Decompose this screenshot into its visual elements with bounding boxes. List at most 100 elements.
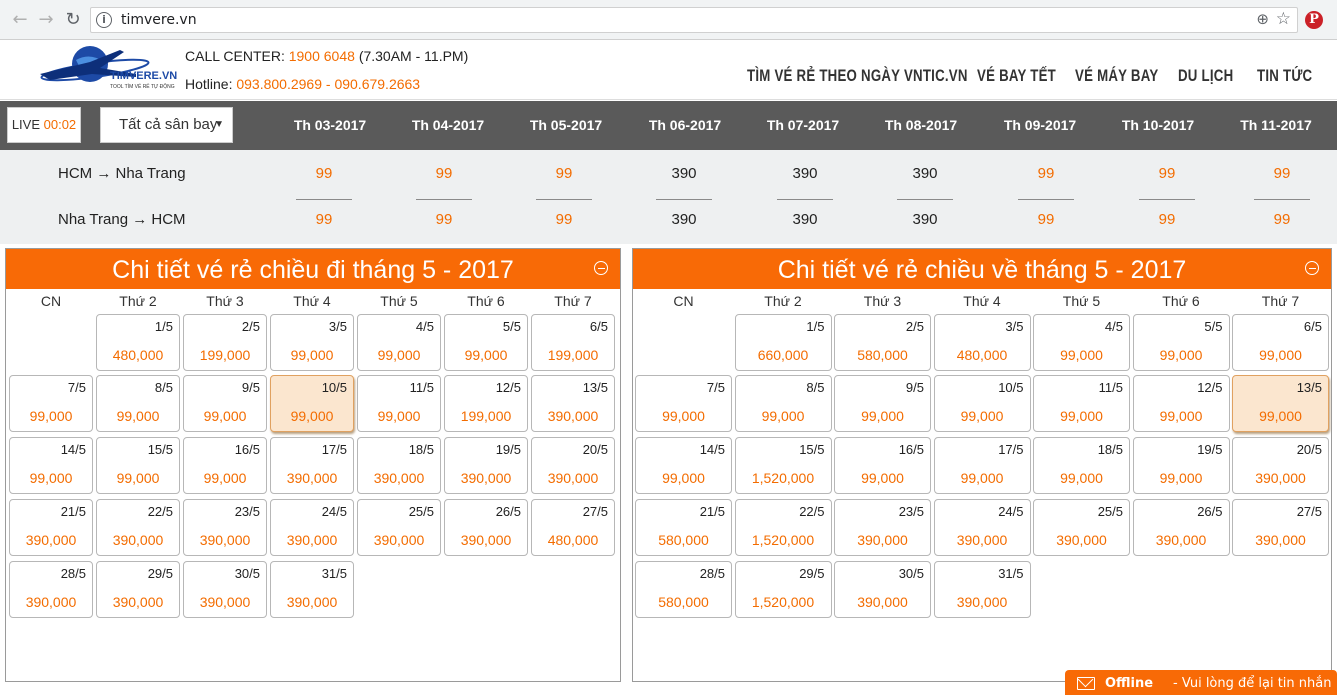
calendar-day[interactable]: 24/5 390,000 xyxy=(270,499,354,556)
site-logo[interactable]: TIMVERE.VN TOOL TÌM VÉ RẺ TỰ ĐỘNG xyxy=(40,42,180,98)
route-price[interactable]: 99 xyxy=(294,211,354,228)
calendar-day[interactable]: 15/5 1,520,000 xyxy=(734,437,832,494)
calendar-day[interactable]: 26/5 390,000 xyxy=(444,499,528,556)
month-tab[interactable]: Th 04-2017 xyxy=(393,117,503,133)
month-tab[interactable]: Th 07-2017 xyxy=(748,117,858,133)
calendar-day[interactable]: 16/5 99,000 xyxy=(834,437,931,494)
route-price[interactable]: 99 xyxy=(1137,211,1197,228)
calendar-day[interactable]: 20/5 390,000 xyxy=(531,437,615,494)
calendar-day[interactable]: 5/5 99,000 xyxy=(1132,314,1230,371)
calendar-day[interactable]: 12/5 199,000 xyxy=(444,375,528,432)
route-price[interactable]: 390 xyxy=(775,165,835,182)
calendar-day[interactable]: 27/5 390,000 xyxy=(1232,499,1329,556)
nav-news[interactable]: TIN TỨC xyxy=(1257,66,1312,86)
calendar-day[interactable]: 5/5 99,000 xyxy=(444,314,528,371)
calendar-day[interactable]: 13/5 99,000 xyxy=(1232,375,1329,432)
calendar-day[interactable]: 11/5 99,000 xyxy=(357,375,441,432)
route-price[interactable]: 99 xyxy=(534,211,594,228)
route-price[interactable]: 99 xyxy=(414,211,474,228)
collapse-icon[interactable] xyxy=(1305,261,1319,275)
calendar-day[interactable]: 14/5 99,000 xyxy=(635,437,732,494)
zoom-icon[interactable]: ⊕ xyxy=(1256,10,1269,28)
route-price[interactable]: 390 xyxy=(654,211,714,228)
calendar-day[interactable]: 29/5 390,000 xyxy=(96,561,180,618)
calendar-day[interactable]: 1/5 660,000 xyxy=(734,314,832,371)
pinterest-extension-icon[interactable]: P xyxy=(1305,11,1323,29)
calendar-day[interactable]: 4/5 99,000 xyxy=(1033,314,1130,371)
calendar-day[interactable]: 28/5 390,000 xyxy=(9,561,93,618)
nav-flights[interactable]: VÉ MÁY BAY xyxy=(1075,66,1158,86)
nav-travel[interactable]: DU LỊCH xyxy=(1178,66,1233,86)
route-price[interactable]: 99 xyxy=(1016,211,1076,228)
calendar-day[interactable]: 12/5 99,000 xyxy=(1132,375,1230,432)
route-price[interactable]: 99 xyxy=(1137,165,1197,182)
calendar-day[interactable]: 21/5 390,000 xyxy=(9,499,93,556)
month-tab[interactable]: Th 05-2017 xyxy=(511,117,621,133)
calendar-day[interactable]: 2/5 580,000 xyxy=(834,314,931,371)
calendar-day[interactable]: 9/5 99,000 xyxy=(834,375,931,432)
calendar-day[interactable]: 1/5 480,000 xyxy=(96,314,180,371)
hotline-numbers[interactable]: 093.800.2969 - 090.679.2663 xyxy=(236,76,420,92)
route-price[interactable]: 390 xyxy=(654,165,714,182)
calendar-day[interactable]: 19/5 390,000 xyxy=(444,437,528,494)
calendar-day[interactable]: 15/5 99,000 xyxy=(96,437,180,494)
route-price[interactable]: 99 xyxy=(294,165,354,182)
calendar-day[interactable]: 31/5 390,000 xyxy=(933,561,1031,618)
calendar-day[interactable]: 8/5 99,000 xyxy=(96,375,180,432)
collapse-icon[interactable] xyxy=(594,261,608,275)
calendar-day[interactable]: 18/5 99,000 xyxy=(1033,437,1130,494)
calendar-day[interactable]: 19/5 99,000 xyxy=(1132,437,1230,494)
address-bar[interactable]: i timvere.vn ⊕ ☆ xyxy=(90,7,1298,33)
calendar-day[interactable]: 20/5 390,000 xyxy=(1232,437,1329,494)
reload-icon[interactable]: ↻ xyxy=(63,9,83,31)
month-tab[interactable]: Th 03-2017 xyxy=(275,117,385,133)
calendar-day[interactable]: 28/5 580,000 xyxy=(635,561,732,618)
calendar-day[interactable]: 8/5 99,000 xyxy=(734,375,832,432)
calendar-day[interactable]: 6/5 99,000 xyxy=(1232,314,1329,371)
calendar-day[interactable]: 7/5 99,000 xyxy=(9,375,93,432)
calendar-day[interactable]: 23/5 390,000 xyxy=(834,499,931,556)
calendar-day[interactable]: 21/5 580,000 xyxy=(635,499,732,556)
calendar-day[interactable]: 2/5 199,000 xyxy=(183,314,267,371)
calendar-day[interactable]: 17/5 99,000 xyxy=(933,437,1031,494)
calendar-day[interactable]: 6/5 199,000 xyxy=(531,314,615,371)
calendar-day[interactable]: 31/5 390,000 xyxy=(270,561,354,618)
route-price[interactable]: 390 xyxy=(895,211,955,228)
calendar-day[interactable]: 27/5 480,000 xyxy=(531,499,615,556)
calendar-day[interactable]: 14/5 99,000 xyxy=(9,437,93,494)
call-center-number[interactable]: 1900 6048 xyxy=(289,48,355,64)
chat-widget[interactable]: Offline - Vui lòng để lại tin nhắn xyxy=(1065,670,1337,695)
route-price[interactable]: 99 xyxy=(1252,165,1312,182)
route-price[interactable]: 390 xyxy=(775,211,835,228)
calendar-day[interactable]: 3/5 480,000 xyxy=(933,314,1031,371)
calendar-day[interactable]: 30/5 390,000 xyxy=(183,561,267,618)
calendar-day[interactable]: 10/5 99,000 xyxy=(270,375,354,432)
calendar-day[interactable]: 11/5 99,000 xyxy=(1033,375,1130,432)
calendar-day[interactable]: 4/5 99,000 xyxy=(357,314,441,371)
calendar-day[interactable]: 25/5 390,000 xyxy=(1033,499,1130,556)
month-tab[interactable]: Th 09-2017 xyxy=(985,117,1095,133)
route-price[interactable]: 99 xyxy=(1016,165,1076,182)
month-tab[interactable]: Th 08-2017 xyxy=(866,117,976,133)
bookmark-star-icon[interactable]: ☆ xyxy=(1276,9,1291,29)
calendar-day[interactable]: 18/5 390,000 xyxy=(357,437,441,494)
calendar-day[interactable]: 7/5 99,000 xyxy=(635,375,732,432)
month-tab[interactable]: Th 06-2017 xyxy=(630,117,740,133)
nav-vntic[interactable]: TÌM VÉ RẺ THEO NGÀY VNTIC.VN xyxy=(747,66,968,86)
airport-select[interactable]: Tất cả sân bay ▼ xyxy=(100,107,233,143)
calendar-day[interactable]: 26/5 390,000 xyxy=(1132,499,1230,556)
calendar-day[interactable]: 3/5 99,000 xyxy=(270,314,354,371)
month-tab[interactable]: Th 10-2017 xyxy=(1103,117,1213,133)
calendar-day[interactable]: 22/5 1,520,000 xyxy=(734,499,832,556)
route-price[interactable]: 390 xyxy=(895,165,955,182)
route-price[interactable]: 99 xyxy=(414,165,474,182)
calendar-day[interactable]: 13/5 390,000 xyxy=(531,375,615,432)
forward-arrow-icon[interactable]: → xyxy=(36,9,56,31)
calendar-day[interactable]: 9/5 99,000 xyxy=(183,375,267,432)
calendar-day[interactable]: 25/5 390,000 xyxy=(357,499,441,556)
nav-tet-flights[interactable]: VÉ BAY TẾT xyxy=(977,66,1056,86)
site-info-icon[interactable]: i xyxy=(96,12,112,28)
calendar-day[interactable]: 30/5 390,000 xyxy=(834,561,931,618)
back-arrow-icon[interactable]: ← xyxy=(10,9,30,31)
route-price[interactable]: 99 xyxy=(1252,211,1312,228)
